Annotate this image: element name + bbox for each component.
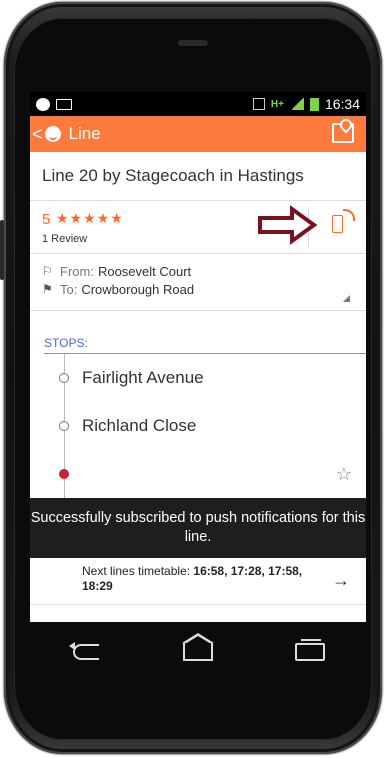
timetable-label: Next lines timetable: xyxy=(82,564,194,578)
stops-list: Fairlight Avenue Richland Close ☆ xyxy=(30,354,366,554)
route-endpoints[interactable]: ⚐ From: Roosevelt Court ⚑ To: Crowboroug… xyxy=(30,254,366,311)
volume-button xyxy=(0,220,4,280)
star-outline-icon[interactable]: ☆ xyxy=(336,464,352,485)
nav-back-icon xyxy=(69,642,99,660)
to-value: Crowborough Road xyxy=(81,281,195,297)
toast-message: Successfully subscribed to push notifica… xyxy=(30,498,366,558)
nav-home-icon xyxy=(182,633,214,661)
rating-row: 5 ★★★★★ 1 Review xyxy=(30,201,366,254)
nav-recent-icon xyxy=(295,639,325,661)
push-signal-icon xyxy=(343,209,355,221)
battery-icon xyxy=(309,97,319,111)
list-item[interactable]: ☆ xyxy=(30,450,366,498)
nav-recent-button[interactable] xyxy=(292,639,328,663)
expand-corner-icon[interactable] xyxy=(343,295,350,302)
from-value: Roosevelt Court xyxy=(97,263,192,279)
stop-dot-icon xyxy=(59,373,69,383)
stop-name: Richland Close xyxy=(82,416,197,435)
nav-back-button[interactable] xyxy=(68,641,104,663)
review-count[interactable]: 1 Review xyxy=(42,233,87,245)
app-logo-icon[interactable] xyxy=(44,126,61,142)
page-title: Line xyxy=(68,124,101,143)
back-icon[interactable]: < xyxy=(30,124,43,145)
line-title: Line 20 by Stagecoach in Hastings xyxy=(30,152,366,201)
nav-home-button[interactable] xyxy=(180,633,216,663)
rating-score: 5 xyxy=(42,211,51,228)
stop-name: Fairlight Avenue xyxy=(82,368,204,387)
clock: 16:34 xyxy=(324,96,360,112)
rating-stars[interactable]: ★★★★★ xyxy=(56,210,124,227)
phone-subscribe-icon[interactable] xyxy=(332,215,343,233)
stops-header: STOPS: xyxy=(44,333,366,354)
to-label: To: xyxy=(60,281,78,297)
list-item[interactable]: Richland Close xyxy=(30,402,366,450)
navigation-bar xyxy=(30,622,366,682)
map-pin-icon[interactable] xyxy=(332,123,354,143)
list-item[interactable]: Fairlight Avenue xyxy=(30,354,366,402)
arrow-right-icon[interactable]: → xyxy=(332,570,350,591)
from-label: From: xyxy=(60,263,94,279)
to-row: ⚑ To: Crowborough Road xyxy=(42,280,354,298)
annotation-arrow-icon xyxy=(258,205,318,245)
timetable-row[interactable]: Next lines timetable: 16:58, 17:28, 17:5… xyxy=(30,558,366,605)
screen: H+ 16:34 < Line Line 20 by Stagecoach in… xyxy=(30,92,366,622)
status-bar: H+ 16:34 xyxy=(30,92,366,116)
stop-dot-icon xyxy=(59,469,69,479)
phone-frame: H+ 16:34 < Line Line 20 by Stagecoach in… xyxy=(0,0,387,758)
earpiece-speaker xyxy=(178,40,208,46)
action-bar: < Line xyxy=(30,116,366,152)
flag-filled-icon: ⚑ xyxy=(42,282,53,296)
stop-dot-icon xyxy=(59,421,69,431)
spacer xyxy=(30,311,366,333)
network-type: H+ xyxy=(270,98,284,110)
vibrate-icon xyxy=(252,98,265,110)
flag-outline-icon: ⚐ xyxy=(42,264,53,278)
from-row: ⚐ From: Roosevelt Court xyxy=(42,262,354,280)
app-notification-icon xyxy=(36,97,50,111)
timetable-text: Next lines timetable: 16:58, 17:28, 17:5… xyxy=(82,564,322,594)
image-notification-icon xyxy=(56,98,72,110)
signal-icon xyxy=(289,98,304,110)
